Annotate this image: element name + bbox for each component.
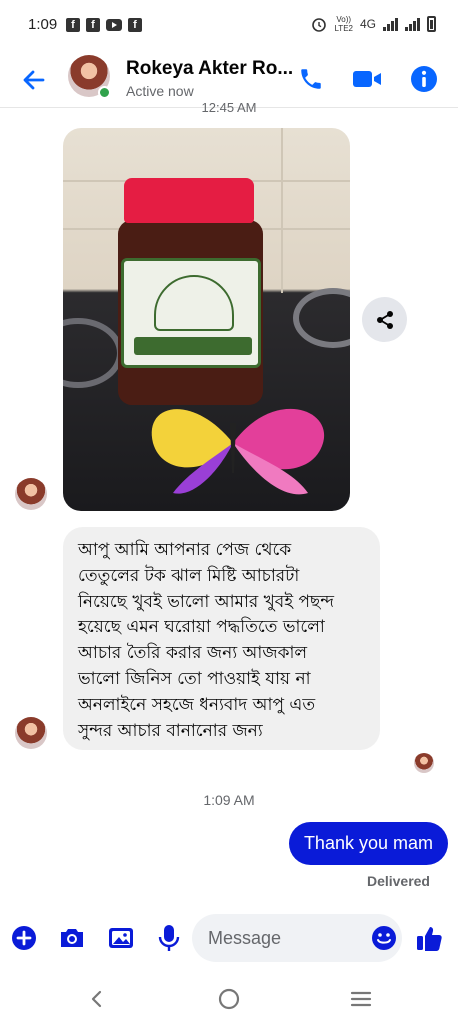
- nav-recents-button[interactable]: [345, 983, 377, 1015]
- image-icon: [109, 928, 133, 948]
- tile-grout: [281, 128, 283, 293]
- label-logo: [154, 275, 234, 331]
- nav-back-button[interactable]: [81, 983, 113, 1015]
- contact-name[interactable]: Rokeya Akter Ro...: [126, 58, 293, 80]
- video-camera-icon: [353, 71, 381, 87]
- gallery-button[interactable]: [105, 922, 137, 954]
- message-line: তেতুলের টক ঝাল মিষ্টি আচারটা: [78, 565, 300, 586]
- message-line: নিয়েছে খুবই ভালো আমার খুবই পছন্দ: [78, 591, 334, 612]
- delivery-status: Delivered: [366, 873, 430, 889]
- share-icon: [376, 310, 393, 329]
- system-navigation-bar: [0, 973, 458, 1024]
- battery-icon: [427, 16, 436, 32]
- facebook-icon: f: [128, 18, 142, 32]
- stove-burner: [63, 318, 123, 388]
- incoming-message-bubble[interactable]: আপু আমি আপনার পেজ থেকে তেতুলের টক ঝাল মি…: [63, 527, 380, 750]
- facebook-icon: f: [86, 18, 100, 32]
- phone-icon: [301, 69, 321, 89]
- more-actions-button[interactable]: [8, 922, 40, 954]
- notification-icons: f f f: [66, 18, 142, 32]
- label-band: [134, 337, 252, 355]
- thumbs-up-icon: [417, 927, 442, 951]
- message-line: সুন্দর আচার বানানোর জন্য: [78, 720, 263, 741]
- share-photo-button[interactable]: [362, 297, 407, 342]
- emoji-button[interactable]: [368, 922, 400, 954]
- emoji-icon: [372, 926, 396, 950]
- voice-clip-button[interactable]: [153, 922, 185, 954]
- contact-active-status: Active now: [126, 83, 194, 99]
- jar-label: [121, 258, 261, 368]
- microphone-icon: [158, 925, 180, 951]
- message-composer: [0, 905, 458, 973]
- nav-home-button[interactable]: [213, 983, 245, 1015]
- plus-circle-icon: [12, 926, 36, 950]
- message-line: হয়েছে এমন ঘরোয়া পদ্ধতিতে ভালো: [78, 617, 325, 638]
- status-bar: 1:09 f f f Vo)) LTE2 4G: [0, 0, 458, 52]
- shared-photo[interactable]: [63, 128, 350, 511]
- youtube-icon: [106, 19, 122, 31]
- voice-call-button[interactable]: [294, 62, 328, 96]
- signal-icon: [405, 17, 420, 31]
- video-call-button[interactable]: [350, 62, 384, 96]
- partial-timestamp: 12:45 AM: [201, 100, 257, 115]
- message-line: আপু আমি আপনার পেজ থেকে: [78, 540, 292, 560]
- time-divider: 1:09 AM: [203, 792, 255, 808]
- outgoing-message-bubble[interactable]: Thank you mam: [288, 822, 448, 865]
- home-icon: [218, 988, 240, 1010]
- recents-icon: [350, 991, 372, 1007]
- conversation-info-button[interactable]: [407, 62, 441, 96]
- status-time: 1:09: [28, 16, 58, 33]
- facebook-icon: f: [66, 18, 80, 32]
- sender-avatar[interactable]: [15, 717, 47, 749]
- alarm-icon: [312, 18, 327, 32]
- system-icons: Vo)) LTE2 4G: [311, 15, 436, 33]
- camera-button[interactable]: [56, 922, 88, 954]
- info-icon: [411, 66, 437, 92]
- online-status-dot: [98, 86, 111, 99]
- back-icon: [91, 990, 102, 1008]
- volte-indicator: Vo)) LTE2: [334, 15, 353, 33]
- back-button[interactable]: [18, 64, 50, 96]
- network-type: 4G: [359, 17, 376, 31]
- jar-lid: [124, 178, 254, 223]
- signal-icon: [383, 17, 398, 31]
- stove-burner: [293, 288, 350, 348]
- message-line: আচার তৈরি করার জন্য আজকাল: [78, 643, 308, 664]
- message-line: ভালো জিনিস তো পাওয়াই যায় না: [78, 668, 311, 689]
- sender-avatar[interactable]: [15, 478, 47, 510]
- message-line: অনলাইনে সহজে ধন্যবাদ আপু এত: [78, 694, 316, 715]
- seen-receipt-avatar: [414, 753, 434, 773]
- like-button[interactable]: [414, 922, 446, 954]
- back-arrow-icon: [23, 70, 45, 90]
- camera-icon: [61, 929, 83, 947]
